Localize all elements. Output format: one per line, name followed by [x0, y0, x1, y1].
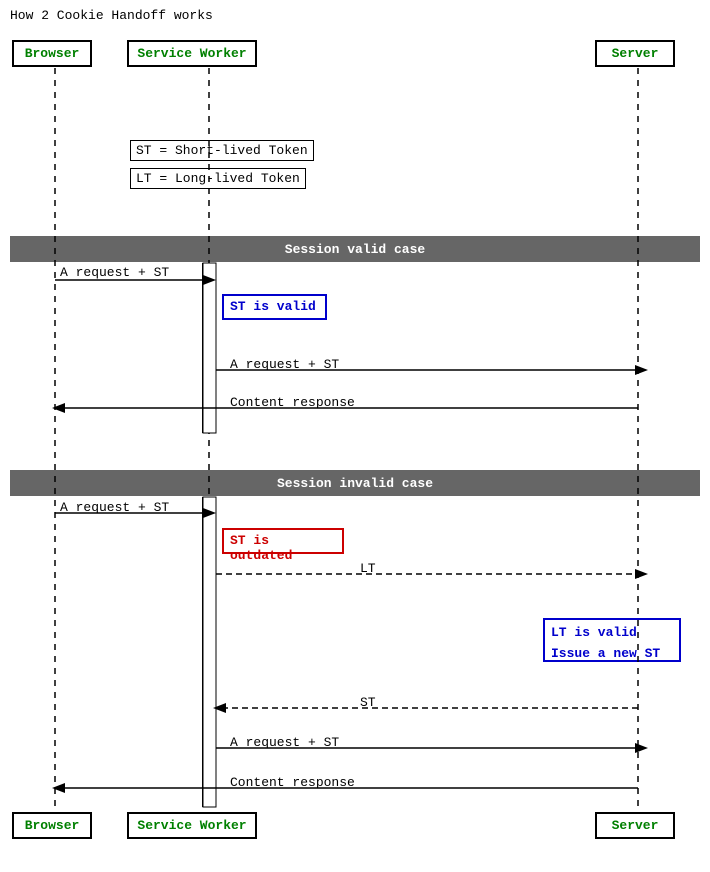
note-lt-valid: LT is validIssue a new ST: [543, 618, 681, 662]
arrows-overlay: [0, 0, 710, 872]
label-lt-1: LT: [360, 561, 376, 576]
diagram: How 2 Cookie Handoff works Browser Servi…: [0, 0, 710, 872]
section-valid: Session valid case: [10, 236, 700, 262]
label-content-response-2: Content response: [230, 775, 355, 790]
actor-browser-bottom: Browser: [12, 812, 92, 839]
note-st-outdated: ST is outdated: [222, 528, 344, 554]
actor-server-top: Server: [595, 40, 675, 67]
label-st-1: ST: [360, 695, 376, 710]
label-request-st-4: A request + ST: [230, 735, 339, 750]
actor-service-worker-top: Service Worker: [127, 40, 257, 67]
section-invalid: Session invalid case: [10, 470, 700, 496]
label-request-st-3: A request + ST: [60, 500, 169, 515]
actor-browser-top: Browser: [12, 40, 92, 67]
note-st-valid: ST is valid: [222, 294, 327, 320]
diagram-title: How 2 Cookie Handoff works: [10, 8, 213, 23]
actor-service-worker-bottom: Service Worker: [127, 812, 257, 839]
label-request-st-2: A request + ST: [230, 357, 339, 372]
actor-server-bottom: Server: [595, 812, 675, 839]
activation-sw-valid: [202, 263, 216, 433]
label-request-st-1: A request + ST: [60, 265, 169, 280]
label-content-response-1: Content response: [230, 395, 355, 410]
def-lt: LT = Long-lived Token: [130, 168, 306, 189]
def-st: ST = Short-lived Token: [130, 140, 314, 161]
activation-sw-invalid: [202, 497, 216, 807]
